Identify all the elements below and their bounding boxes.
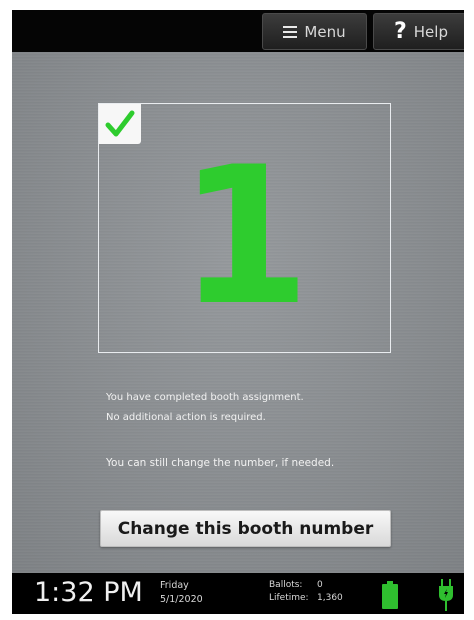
booth-number-panel: 1: [98, 103, 391, 353]
status-bar: 1:32 PM Friday 5/1/2020 Ballots: 0 Lifet…: [12, 573, 464, 614]
lifetime-value: 1,360: [317, 593, 343, 603]
battery-icon: [382, 581, 398, 609]
ballots-label: Ballots:: [269, 580, 303, 590]
ballot-counts: Ballots: 0 Lifetime: 1,360: [269, 579, 343, 605]
lifetime-label: Lifetime:: [269, 593, 309, 603]
date-block: Friday 5/1/2020: [160, 579, 203, 607]
day-label: Friday: [160, 580, 189, 591]
date-label: 5/1/2020: [160, 594, 203, 605]
change-booth-number-button[interactable]: Change this booth number: [100, 510, 391, 547]
power-plug-icon: [439, 579, 453, 611]
device-screen: Menu ? Help 1 You have completed booth a…: [12, 10, 464, 614]
check-icon: [105, 110, 135, 137]
menu-icon: [283, 25, 298, 38]
menu-label: Menu: [304, 22, 346, 41]
clock-time: 1:32 PM: [34, 577, 143, 608]
booth-number: 1: [178, 126, 311, 347]
ballots-value: 0: [317, 580, 323, 590]
help-icon: ?: [394, 18, 407, 44]
help-button[interactable]: ? Help: [373, 13, 464, 50]
change-hint-message: You can still change the number, if need…: [106, 457, 335, 469]
completion-message: You have completed booth assignment.: [106, 392, 304, 403]
main-panel: 1 You have completed booth assignment. N…: [12, 52, 464, 573]
check-badge: [99, 104, 141, 144]
top-bar: Menu ? Help: [12, 10, 464, 52]
no-action-message: No additional action is required.: [106, 412, 266, 423]
help-label: Help: [413, 22, 448, 41]
menu-button[interactable]: Menu: [262, 13, 367, 50]
